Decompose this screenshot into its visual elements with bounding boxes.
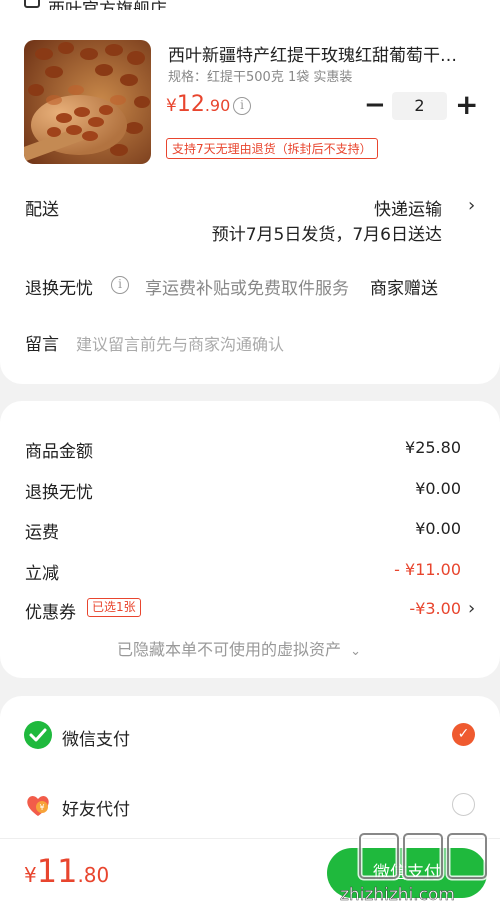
wechat-pay-label[interactable]: 微信支付 bbox=[62, 725, 130, 750]
friend-pay-label[interactable]: 好友代付 bbox=[62, 795, 130, 820]
delivery-chevron-icon[interactable]: › bbox=[468, 195, 475, 216]
worry-free-label: 退换无忧 bbox=[25, 279, 93, 299]
product-title[interactable]: 西叶新疆特产红提干玫瑰红甜葡萄干… bbox=[168, 41, 478, 66]
coupon-label: 优惠券 bbox=[25, 603, 76, 623]
total-integer: 11 bbox=[36, 852, 78, 890]
discount-label: 立减 bbox=[25, 564, 59, 584]
product-thumbnail[interactable] bbox=[24, 40, 151, 164]
shipping-value: ¥0.00 bbox=[415, 519, 461, 538]
store-name: 西叶官方旗舰店 bbox=[48, 0, 167, 11]
message-input[interactable]: 建议留言前先与商家沟通确认 bbox=[76, 331, 284, 355]
coupon-chevron-icon[interactable]: › bbox=[468, 598, 475, 619]
delivery-label: 配送 bbox=[25, 200, 59, 220]
total-currency: ¥ bbox=[24, 863, 37, 887]
hidden-assets-text: 已隐藏本单不可使用的虚拟资产 bbox=[117, 640, 342, 659]
wechat-pay-icon bbox=[24, 721, 52, 749]
submit-payment-button[interactable]: 微信支付 bbox=[327, 848, 487, 898]
store-header[interactable]: 西叶官方旗舰店 bbox=[24, 0, 167, 10]
total-decimal: .80 bbox=[77, 863, 110, 887]
friend-pay-icon: ¥ bbox=[24, 791, 52, 819]
price-integer: 12 bbox=[176, 92, 205, 117]
worry-fee-value: ¥0.00 bbox=[415, 479, 461, 498]
worry-fee-label: 退换无忧 bbox=[25, 483, 93, 503]
svg-text:¥: ¥ bbox=[39, 803, 44, 812]
delivery-estimate: 预计7月5日发货，7月6日送达 bbox=[211, 225, 442, 245]
price-currency: ¥ bbox=[166, 96, 177, 116]
worry-free-gift: 商家赠送 bbox=[370, 279, 438, 299]
shipping-label: 运费 bbox=[25, 523, 59, 543]
coupon-value[interactable]: -¥3.00 bbox=[409, 599, 461, 618]
store-icon bbox=[24, 0, 40, 8]
price-info-icon[interactable]: i bbox=[233, 97, 251, 115]
hidden-assets-toggle[interactable]: 已隐藏本单不可使用的虚拟资产 ⌄ bbox=[117, 636, 361, 660]
goods-amount-value: ¥25.80 bbox=[405, 438, 461, 457]
quantity-input[interactable]: 2 bbox=[392, 92, 447, 120]
delivery-method[interactable]: 快递运输 bbox=[374, 195, 442, 220]
product-spec[interactable]: 规格：红提干500克 1袋 实惠装 bbox=[168, 66, 352, 85]
price-decimal: .90 bbox=[204, 96, 231, 115]
total-price: ¥11.80 bbox=[24, 852, 109, 890]
hidden-assets-chevron-icon: ⌄ bbox=[350, 644, 362, 659]
worry-free-info-icon[interactable]: i bbox=[111, 276, 129, 294]
return-policy-badge: 支持7天无理由退货（拆封后不支持） bbox=[166, 138, 378, 159]
worry-free-desc: 享运费补贴或免费取件服务 bbox=[145, 279, 349, 299]
friend-pay-radio[interactable] bbox=[452, 793, 475, 816]
quantity-increase-button[interactable]: + bbox=[455, 88, 478, 121]
quantity-decrease-button[interactable]: − bbox=[364, 90, 386, 120]
message-label: 留言 bbox=[25, 335, 59, 355]
coupon-count-badge[interactable]: 已选1张 bbox=[87, 598, 141, 617]
goods-amount-label: 商品金额 bbox=[25, 442, 93, 462]
product-price: ¥12.90 bbox=[166, 92, 230, 117]
discount-value: - ¥11.00 bbox=[394, 560, 461, 579]
wechat-pay-radio-selected[interactable]: ✓ bbox=[452, 723, 475, 746]
